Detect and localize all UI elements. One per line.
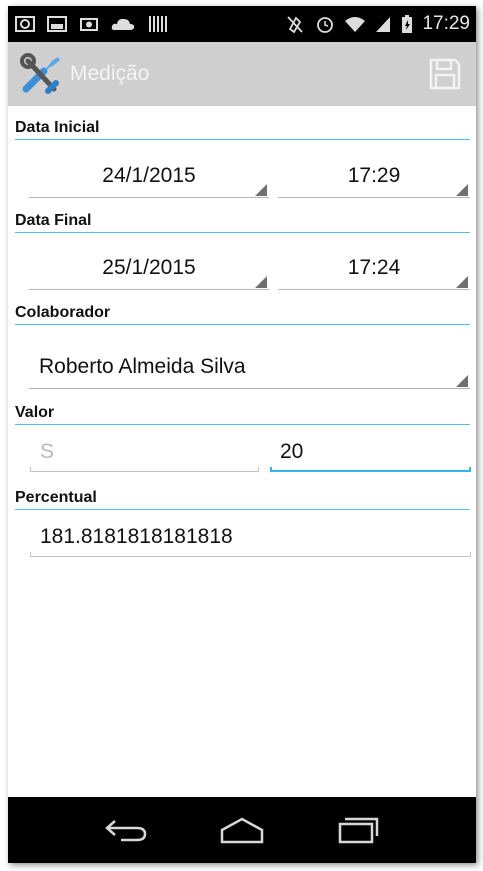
notification-icons bbox=[14, 14, 168, 34]
spinner-underline bbox=[29, 289, 269, 290]
image-icon bbox=[47, 16, 67, 32]
data-inicial-time-spinner[interactable]: 17:29 bbox=[278, 154, 470, 198]
data-final-date-value: 25/1/2015 bbox=[102, 256, 196, 279]
divider-percentual bbox=[15, 509, 470, 510]
field-tick bbox=[270, 467, 272, 472]
spinner-underline bbox=[29, 388, 470, 389]
valor-prefix-placeholder: S bbox=[40, 440, 55, 463]
divider-valor bbox=[15, 424, 470, 425]
field-underline-focused bbox=[270, 470, 471, 472]
spinner-arrow-icon bbox=[456, 276, 468, 288]
navigation-bar bbox=[8, 797, 476, 863]
label-data-final: Data Final bbox=[15, 212, 92, 229]
spinner-arrow-icon bbox=[255, 184, 267, 196]
label-data-inicial: Data Inicial bbox=[15, 119, 100, 136]
app-title: Medição bbox=[70, 62, 150, 85]
field-tick bbox=[470, 552, 471, 557]
field-tick bbox=[30, 552, 31, 557]
signal-icon bbox=[376, 17, 391, 32]
home-icon[interactable] bbox=[217, 815, 267, 845]
mute-icon bbox=[287, 16, 304, 34]
valor-input[interactable]: 20 bbox=[270, 428, 471, 472]
status-time: 17:29 bbox=[422, 13, 470, 34]
spinner-underline bbox=[278, 289, 470, 290]
spinner-underline bbox=[29, 197, 269, 198]
alarm-icon bbox=[317, 17, 334, 33]
valor-prefix-field[interactable]: S bbox=[30, 428, 259, 472]
valor-value: 20 bbox=[280, 440, 304, 463]
data-inicial-time-value: 17:29 bbox=[347, 164, 401, 187]
save-icon[interactable] bbox=[428, 57, 462, 91]
data-final-date-spinner[interactable]: 25/1/2015 bbox=[29, 246, 269, 290]
percentual-value: 181.8181818181818 bbox=[40, 525, 233, 548]
battery-icon bbox=[402, 15, 413, 33]
field-tick bbox=[30, 467, 31, 472]
field-underline bbox=[30, 556, 471, 557]
screenshot-icon bbox=[15, 16, 35, 32]
divider-data-inicial bbox=[15, 139, 470, 140]
camera-icon bbox=[80, 18, 98, 31]
colaborador-spinner[interactable]: Roberto Almeida Silva bbox=[29, 345, 470, 389]
spinner-underline bbox=[278, 197, 470, 198]
field-tick bbox=[258, 467, 259, 472]
recent-apps-icon[interactable] bbox=[333, 815, 383, 845]
status-bar: 17:29 bbox=[8, 6, 476, 42]
wifi-icon bbox=[345, 17, 366, 32]
spinner-arrow-icon bbox=[456, 375, 468, 387]
data-final-time-spinner[interactable]: 17:24 bbox=[278, 246, 470, 290]
barcode-icon bbox=[149, 16, 167, 32]
field-tick bbox=[469, 467, 471, 472]
spinner-arrow-icon bbox=[255, 276, 267, 288]
label-percentual: Percentual bbox=[15, 489, 97, 506]
action-bar: Medição bbox=[8, 42, 476, 106]
divider-colaborador bbox=[15, 324, 470, 325]
field-underline bbox=[30, 471, 259, 472]
cloud-icon bbox=[111, 18, 135, 30]
app-window: 17:29 Medição Data Inicial 24/1/2015 17:… bbox=[8, 6, 476, 863]
data-inicial-date-value: 24/1/2015 bbox=[102, 164, 196, 187]
colaborador-value: Roberto Almeida Silva bbox=[39, 355, 246, 378]
label-valor: Valor bbox=[15, 404, 55, 421]
divider-data-final bbox=[15, 232, 470, 233]
data-inicial-date-spinner[interactable]: 24/1/2015 bbox=[29, 154, 269, 198]
system-icons: 17:29 bbox=[284, 13, 470, 35]
tools-icon[interactable] bbox=[18, 51, 64, 97]
data-final-time-value: 17:24 bbox=[347, 256, 401, 279]
label-colaborador: Colaborador bbox=[15, 304, 111, 321]
spinner-arrow-icon bbox=[456, 184, 468, 196]
percentual-field[interactable]: 181.8181818181818 bbox=[30, 513, 471, 557]
back-icon[interactable] bbox=[101, 815, 151, 845]
